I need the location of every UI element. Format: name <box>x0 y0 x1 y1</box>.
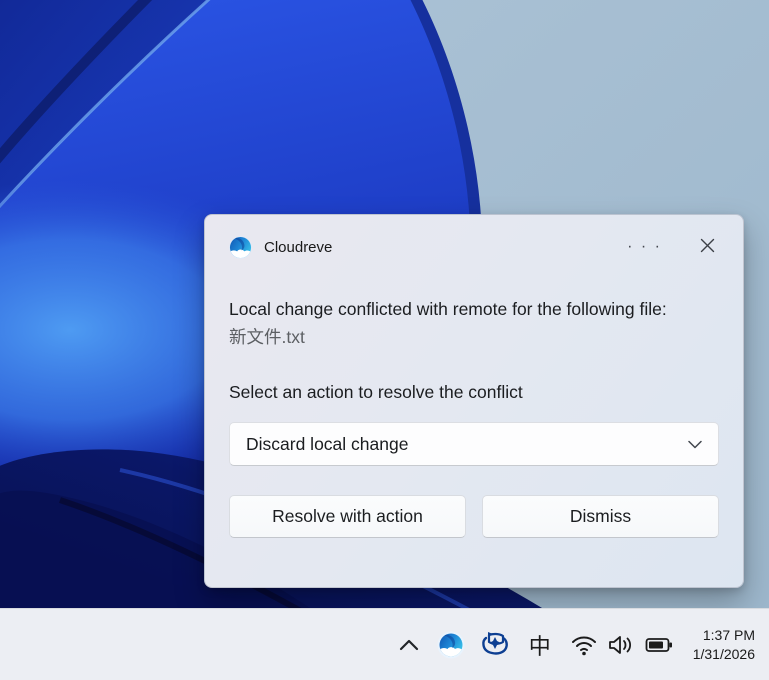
system-tray: 中 <box>389 621 769 669</box>
toast-body-text: Local change conflicted with remote for … <box>229 295 729 323</box>
cloudreve-notification-toast: Cloudreve · · · Local change conflicted … <box>204 214 744 588</box>
volume-icon <box>607 634 635 656</box>
clock-date: 1/31/2026 <box>693 645 755 664</box>
taskbar: 中 <box>0 608 769 680</box>
ime-chinese-indicator[interactable]: 中 <box>517 621 563 669</box>
conflicted-file-name: 新文件.txt <box>229 323 719 351</box>
box-star-app-icon <box>480 630 510 660</box>
close-button[interactable] <box>696 236 719 258</box>
toast-button-row: Resolve with action Dismiss <box>229 495 719 538</box>
show-hidden-icons-button[interactable] <box>389 621 429 669</box>
cloudreve-tray-icon <box>437 631 465 659</box>
conflict-action-dropdown[interactable]: Discard local change <box>229 422 719 466</box>
toast-header: Cloudreve · · · <box>229 235 719 259</box>
taskbar-clock[interactable]: 1:37 PM 1/31/2026 <box>681 621 769 669</box>
chevron-down-icon <box>688 440 702 449</box>
network-volume-battery-cluster[interactable] <box>563 621 681 669</box>
battery-icon <box>645 636 673 654</box>
box-star-app-tray-button[interactable] <box>473 621 517 669</box>
more-options-button[interactable]: · · · <box>619 240 670 254</box>
cloudreve-tray-button[interactable] <box>429 621 473 669</box>
clock-time: 1:37 PM <box>693 626 755 645</box>
toast-prompt-text: Select an action to resolve the conflict <box>229 382 719 403</box>
chevron-up-icon <box>399 639 419 651</box>
desktop: Cloudreve · · · Local change conflicted … <box>0 0 769 680</box>
dismiss-button[interactable]: Dismiss <box>482 495 719 538</box>
close-icon <box>700 238 715 253</box>
cloudreve-logo-icon <box>229 236 252 259</box>
resolve-with-action-button[interactable]: Resolve with action <box>229 495 466 538</box>
dropdown-selected-value: Discard local change <box>246 434 688 455</box>
toast-app-name: Cloudreve <box>264 239 332 256</box>
wifi-icon <box>571 634 597 656</box>
